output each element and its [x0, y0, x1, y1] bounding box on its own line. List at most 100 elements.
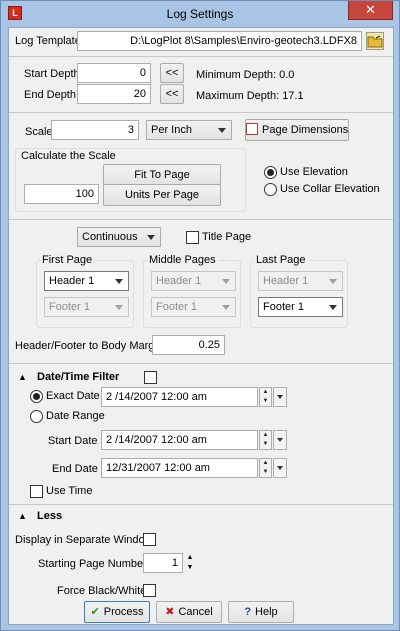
- chevron-down-icon: [329, 279, 337, 284]
- force-bw-label: Force Black/White: [57, 585, 147, 597]
- scale-field[interactable]: 3: [51, 120, 139, 140]
- last-page-header-dropdown[interactable]: Header 1: [258, 271, 343, 291]
- start-date-label: Start Date: [48, 435, 98, 447]
- use-collar-elevation-radio[interactable]: [264, 183, 277, 196]
- end-date-calendar-dropdown[interactable]: [273, 458, 287, 478]
- margin-field[interactable]: 0.25: [152, 335, 225, 355]
- page-dimensions-icon: [246, 123, 258, 135]
- scale-label: Scale: [25, 126, 53, 138]
- less-title: Less: [37, 510, 63, 522]
- process-button[interactable]: ✔ Process: [84, 601, 150, 623]
- browse-folder-icon[interactable]: [366, 32, 384, 50]
- help-button[interactable]: ? Help: [228, 601, 294, 623]
- chevron-down-icon: [222, 305, 230, 310]
- last-page-header-value: Header 1: [263, 275, 309, 287]
- middle-pages-header-dropdown[interactable]: Header 1: [151, 271, 236, 291]
- close-button[interactable]: ✕: [348, 1, 393, 20]
- log-settings-window: L Log Settings ✕ Log Template D:\LogPlot…: [0, 0, 400, 631]
- window-title: Log Settings: [166, 7, 234, 21]
- page-mode-dropdown[interactable]: Continuous: [77, 227, 161, 247]
- starting-page-field[interactable]: 1: [143, 553, 183, 573]
- last-page-footer-dropdown[interactable]: Footer 1: [258, 297, 343, 317]
- first-page-footer-dropdown[interactable]: Footer 1: [44, 297, 129, 317]
- date-filter-checkbox[interactable]: [144, 371, 157, 384]
- separator: [9, 363, 393, 364]
- use-elevation-label: Use Elevation: [280, 166, 348, 178]
- separator: [9, 56, 393, 57]
- end-date-field[interactable]: 12/31/2007 12:00 am: [101, 458, 258, 478]
- exact-date-spinner[interactable]: ▲ ▼: [259, 387, 272, 407]
- title-bar: L Log Settings ✕: [1, 1, 399, 27]
- calculate-scale-label: Calculate the Scale: [19, 149, 118, 163]
- chevron-down-icon: [222, 279, 230, 284]
- middle-pages-footer-value: Footer 1: [156, 301, 197, 313]
- units-per-page-button[interactable]: Units Per Page: [103, 184, 221, 206]
- date-range-radio[interactable]: [30, 410, 43, 423]
- minimum-depth-text: Minimum Depth: 0.0: [196, 69, 295, 81]
- log-template-field[interactable]: D:\LogPlot 8\Samples\Enviro-geotech3.LDF…: [77, 31, 362, 51]
- end-depth-field[interactable]: 20: [77, 84, 151, 104]
- starting-page-spinner[interactable]: ▲ ▼: [185, 553, 195, 573]
- chevron-down-icon: [115, 279, 123, 284]
- use-collar-elevation-label: Use Collar Elevation: [280, 183, 380, 195]
- title-page-checkbox[interactable]: [186, 231, 199, 244]
- use-elevation-radio[interactable]: [264, 166, 277, 179]
- cancel-button[interactable]: ✖ Cancel: [156, 601, 222, 623]
- set-end-depth-button[interactable]: <<: [160, 84, 184, 104]
- margin-label: Header/Footer to Body Margin: [15, 340, 163, 352]
- last-page-footer-value: Footer 1: [263, 301, 304, 313]
- log-template-label: Log Template: [15, 35, 81, 47]
- separator: [9, 112, 393, 113]
- end-depth-label: End Depth: [24, 89, 76, 101]
- fit-to-page-button[interactable]: Fit To Page: [103, 164, 221, 186]
- exact-date-label: Exact Date: [46, 390, 100, 402]
- separate-window-label: Display in Separate Window: [15, 534, 153, 546]
- date-range-label: Date Range: [46, 410, 105, 422]
- dialog-body: Log Template D:\LogPlot 8\Samples\Enviro…: [8, 27, 394, 625]
- help-label: Help: [255, 606, 278, 618]
- units-per-page-field[interactable]: 100: [24, 184, 99, 204]
- start-date-field[interactable]: 2 /14/2007 12:00 am: [101, 430, 258, 450]
- date-filter-title: Date/Time Filter: [37, 371, 120, 383]
- cancel-label: Cancel: [178, 606, 213, 618]
- maximum-depth-text: Maximum Depth: 17.1: [196, 90, 304, 102]
- use-time-checkbox[interactable]: [30, 485, 43, 498]
- help-icon: ?: [244, 606, 252, 618]
- first-page-footer-value: Footer 1: [49, 301, 90, 313]
- middle-pages-footer-dropdown[interactable]: Footer 1: [151, 297, 236, 317]
- separate-window-checkbox[interactable]: [143, 533, 156, 546]
- separator: [9, 504, 393, 505]
- use-time-label: Use Time: [46, 485, 93, 497]
- page-mode-value: Continuous: [82, 231, 138, 243]
- exact-date-calendar-dropdown[interactable]: [273, 387, 287, 407]
- title-page-label: Title Page: [202, 231, 252, 243]
- end-date-label: End Date: [52, 463, 98, 475]
- chevron-down-icon: [115, 305, 123, 310]
- checkmark-icon: ✔: [90, 606, 100, 618]
- first-page-label: First Page: [40, 253, 95, 267]
- scale-unit-value: Per Inch: [151, 124, 192, 136]
- set-start-depth-button[interactable]: <<: [160, 63, 184, 83]
- collapse-arrow-icon[interactable]: ▲: [18, 372, 27, 382]
- chevron-down-icon: [147, 235, 155, 240]
- collapse-arrow-icon[interactable]: ▲: [18, 511, 27, 521]
- separator: [9, 219, 393, 220]
- start-date-spinner[interactable]: ▲ ▼: [259, 430, 272, 450]
- start-depth-label: Start Depth: [24, 68, 80, 80]
- cross-icon: ✖: [165, 606, 175, 618]
- start-date-calendar-dropdown[interactable]: [273, 430, 287, 450]
- process-label: Process: [103, 606, 144, 618]
- scale-unit-dropdown[interactable]: Per Inch: [146, 120, 232, 140]
- page-dimensions-button[interactable]: Page Dimensions: [245, 119, 349, 141]
- middle-pages-label: Middle Pages: [147, 253, 218, 267]
- page-dimensions-label: Page Dimensions: [262, 124, 349, 136]
- exact-date-radio[interactable]: [30, 390, 43, 403]
- chevron-down-icon: [218, 128, 226, 133]
- chevron-down-icon: [329, 305, 337, 310]
- end-date-spinner[interactable]: ▲ ▼: [259, 458, 272, 478]
- force-bw-checkbox[interactable]: [143, 584, 156, 597]
- start-depth-field[interactable]: 0: [77, 63, 151, 83]
- starting-page-label: Starting Page Number: [38, 558, 147, 570]
- first-page-header-dropdown[interactable]: Header 1: [44, 271, 129, 291]
- exact-date-field[interactable]: 2 /14/2007 12:00 am: [101, 387, 258, 407]
